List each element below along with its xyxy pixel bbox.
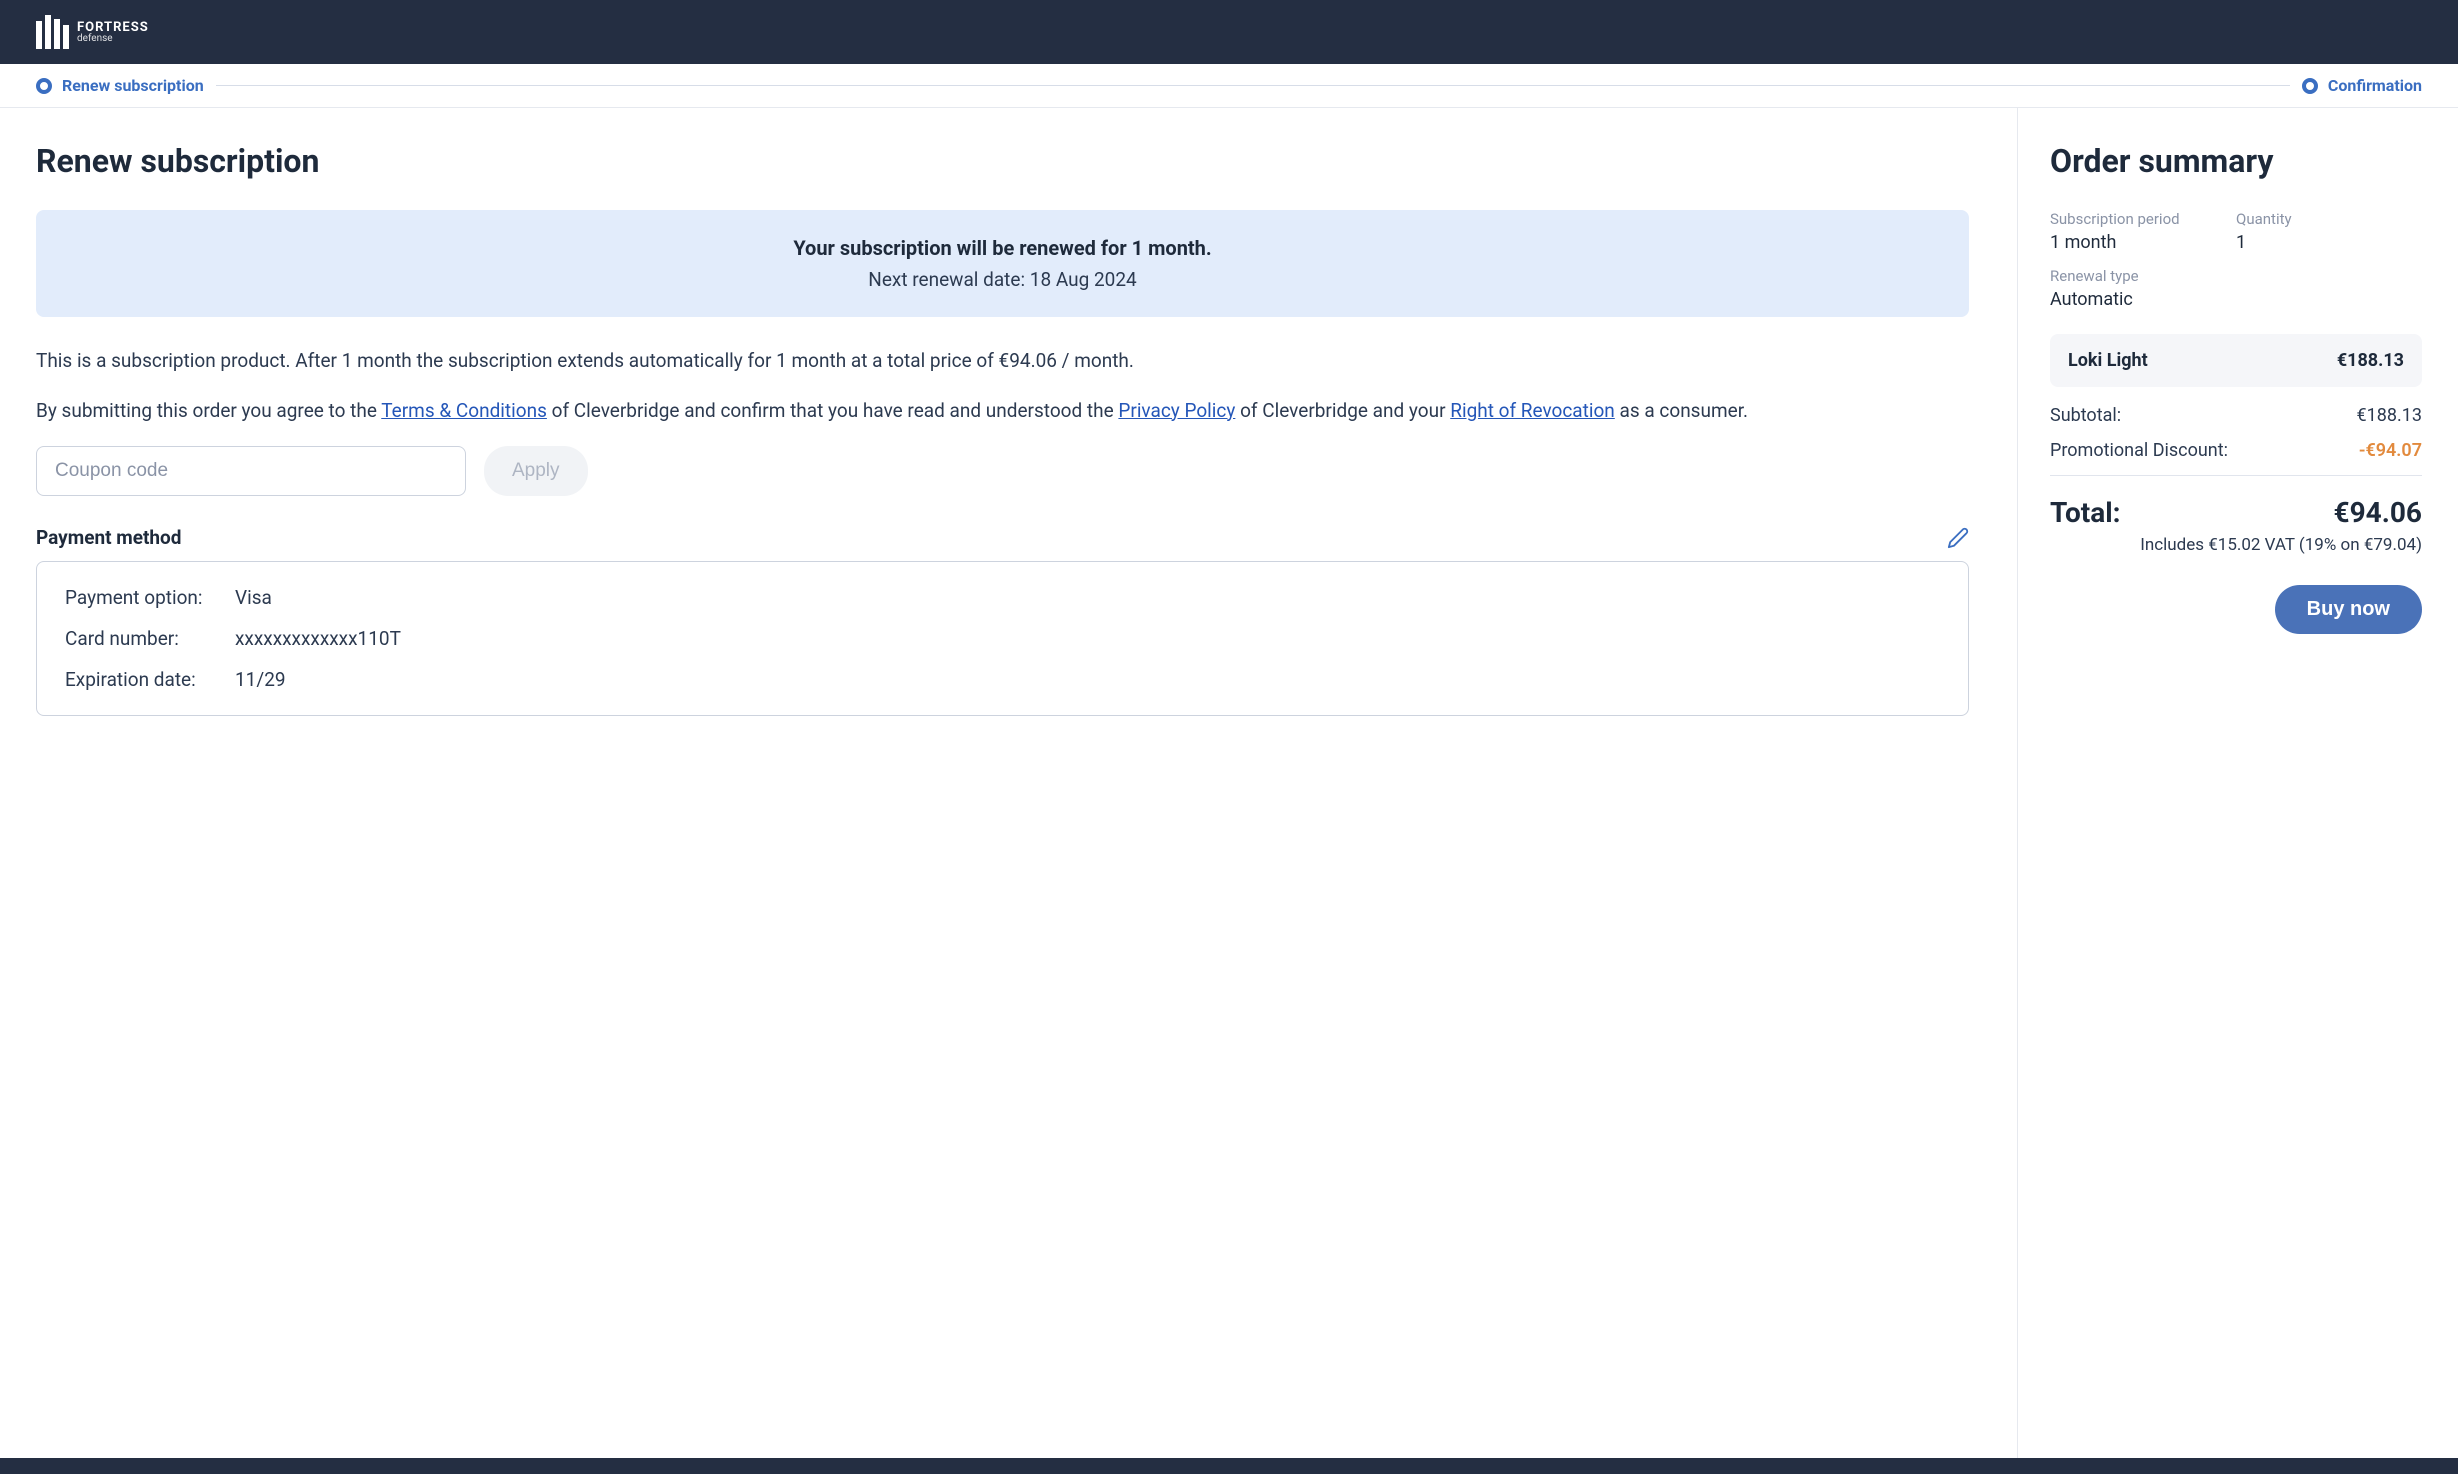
product-price: €188.13 bbox=[2337, 350, 2404, 371]
vat-text: Includes €15.02 VAT (19% on €79.04) bbox=[2050, 535, 2422, 555]
progress-bar: Renew subscription Confirmation bbox=[0, 64, 2458, 108]
buy-now-button[interactable]: Buy now bbox=[2275, 585, 2422, 634]
renewal-info-box: Your subscription will be renewed for 1 … bbox=[36, 210, 1969, 317]
total-row: Total: €94.06 bbox=[2050, 496, 2422, 529]
progress-line bbox=[216, 85, 2290, 86]
subtotal-label: Subtotal: bbox=[2050, 405, 2121, 426]
total-label: Total: bbox=[2050, 496, 2121, 529]
subtotal-row: Subtotal: €188.13 bbox=[2050, 405, 2422, 426]
discount-value: -€94.07 bbox=[2359, 440, 2422, 461]
subscription-description: This is a subscription product. After 1 … bbox=[36, 347, 1969, 375]
payment-option-value: Visa bbox=[235, 586, 1940, 609]
edit-icon[interactable] bbox=[1947, 527, 1969, 549]
step-renew-label: Renew subscription bbox=[62, 76, 204, 95]
header-bar: FORTRESS defense bbox=[0, 0, 2458, 64]
step-renew: Renew subscription bbox=[36, 76, 204, 95]
payment-method-title: Payment method bbox=[36, 526, 181, 549]
renewal-info-line2: Next renewal date: 18 Aug 2024 bbox=[60, 268, 1945, 291]
payment-method-box: Payment option: Visa Card number: xxxxxx… bbox=[36, 561, 1969, 716]
discount-label: Promotional Discount: bbox=[2050, 440, 2228, 461]
renewal-info-line1: Your subscription will be renewed for 1 … bbox=[60, 236, 1945, 260]
discount-row: Promotional Discount: -€94.07 bbox=[2050, 440, 2422, 461]
period-value: 1 month bbox=[2050, 232, 2236, 253]
subtotal-value: €188.13 bbox=[2357, 405, 2422, 426]
brand-logo[interactable]: FORTRESS defense bbox=[36, 15, 149, 49]
expiration-value: 11/29 bbox=[235, 668, 1940, 691]
step-confirmation: Confirmation bbox=[2302, 76, 2422, 95]
step-circle-icon bbox=[36, 78, 52, 94]
revocation-link[interactable]: Right of Revocation bbox=[1450, 399, 1615, 422]
product-row: Loki Light €188.13 bbox=[2050, 334, 2422, 387]
brand-sub: defense bbox=[77, 34, 149, 44]
terms-link[interactable]: Terms & Conditions bbox=[381, 399, 547, 422]
payment-option-label: Payment option: bbox=[65, 586, 235, 609]
terms-text: By submitting this order you agree to th… bbox=[36, 397, 1969, 425]
period-label: Subscription period bbox=[2050, 210, 2236, 228]
main-content: Renew subscription Your subscription wil… bbox=[0, 108, 2018, 1458]
step-confirmation-label: Confirmation bbox=[2328, 76, 2422, 95]
renewal-label: Renewal type bbox=[2050, 267, 2236, 285]
coupon-row: Apply bbox=[36, 446, 1969, 496]
coupon-input[interactable] bbox=[36, 446, 466, 496]
page-title: Renew subscription bbox=[36, 142, 1969, 180]
fortress-icon bbox=[36, 15, 69, 49]
step-circle-icon bbox=[2302, 78, 2318, 94]
card-number-label: Card number: bbox=[65, 627, 235, 650]
divider bbox=[2050, 475, 2422, 476]
footer-bar bbox=[0, 1458, 2458, 1474]
total-value: €94.06 bbox=[2334, 496, 2422, 529]
brand-name: FORTRESS bbox=[77, 21, 149, 34]
expiration-label: Expiration date: bbox=[65, 668, 235, 691]
order-summary: Order summary Subscription period Quanti… bbox=[2018, 108, 2458, 1458]
qty-value: 1 bbox=[2236, 232, 2422, 253]
apply-button[interactable]: Apply bbox=[484, 446, 588, 496]
card-number-value: xxxxxxxxxxxxx110T bbox=[235, 627, 1940, 650]
privacy-link[interactable]: Privacy Policy bbox=[1118, 399, 1235, 422]
product-name: Loki Light bbox=[2068, 350, 2148, 371]
qty-label: Quantity bbox=[2236, 210, 2422, 228]
summary-title: Order summary bbox=[2050, 142, 2422, 180]
renewal-value: Automatic bbox=[2050, 289, 2236, 310]
